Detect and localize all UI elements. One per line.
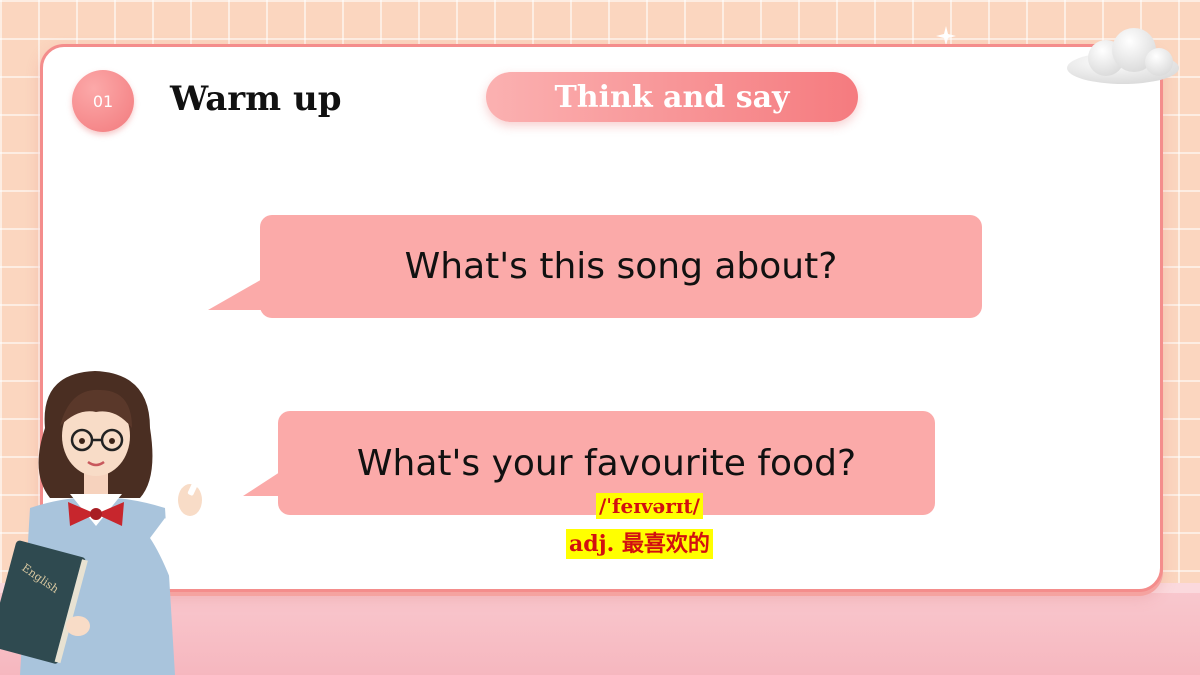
bubble-tail <box>208 278 268 310</box>
section-title: Warm up <box>170 79 342 119</box>
sparkle-icon <box>936 26 956 46</box>
teacher-illustration: English <box>0 371 203 675</box>
question-text-2: What's your favourite food? <box>356 442 857 484</box>
section-number-badge: 01 <box>72 70 134 132</box>
phonetic-note: /ˈfeɪvərɪt/ <box>596 493 703 519</box>
question-text-1: What's this song about? <box>404 246 838 287</box>
meaning-note: adj. 最喜欢的 <box>566 529 713 559</box>
question-bubble-1: What's this song about? <box>260 215 982 318</box>
cloud-icon <box>1067 28 1179 84</box>
activity-label: Think and say <box>486 72 858 122</box>
